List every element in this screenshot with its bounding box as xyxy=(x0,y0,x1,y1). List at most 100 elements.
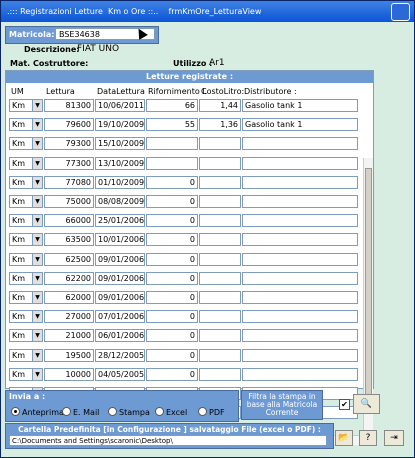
chevron-down-icon[interactable]: ▼ xyxy=(32,138,42,150)
rifornimento-cell[interactable]: 0 xyxy=(146,310,198,324)
rifornimento-cell[interactable]: 66 xyxy=(146,99,198,112)
data-cell[interactable]: 08/08/2009 xyxy=(95,195,145,208)
data-cell[interactable]: 19/10/2009 xyxy=(95,118,145,132)
chevron-down-icon[interactable]: ▼ xyxy=(32,311,42,323)
data-cell[interactable]: 09/01/2006 xyxy=(95,252,145,266)
rifornimento-cell[interactable]: 0 xyxy=(146,291,198,304)
lettura-cell[interactable]: 75000 xyxy=(44,195,94,208)
costo-cell[interactable] xyxy=(199,271,241,285)
data-cell[interactable]: 15/10/2009 xyxy=(95,137,145,151)
data-cell[interactable]: 01/10/2009 xyxy=(95,175,145,189)
rifornimento-cell[interactable]: 0 xyxy=(146,214,198,228)
um-select[interactable]: Km ▼ xyxy=(9,367,43,381)
rifornimento-cell[interactable]: 0 xyxy=(146,175,198,189)
distributore-cell[interactable] xyxy=(242,329,358,343)
distributore-cell[interactable] xyxy=(242,271,358,285)
um-select[interactable]: Km ▼ xyxy=(9,329,43,343)
distributore-cell[interactable]: Gasolio tank 1 xyxy=(242,118,358,132)
chevron-down-icon[interactable]: ▼ xyxy=(32,253,42,265)
chevron-down-icon[interactable]: ▼ xyxy=(32,349,42,361)
lettura-cell[interactable]: 10000 xyxy=(44,367,94,381)
chevron-down-icon[interactable]: ▼ xyxy=(32,330,42,342)
costo-cell[interactable] xyxy=(199,252,241,266)
distributore-cell[interactable] xyxy=(242,252,358,266)
chevron-down-icon[interactable]: ▼ xyxy=(32,234,42,246)
lettura-cell[interactable]: 21000 xyxy=(44,329,94,343)
radio-pdf[interactable]: PDF xyxy=(198,407,225,417)
chevron-down-icon[interactable]: ▼ xyxy=(32,176,42,188)
rifornimento-cell[interactable]: 0 xyxy=(146,329,198,343)
rifornimento-cell[interactable]: 0 xyxy=(146,348,198,362)
data-cell[interactable]: 28/12/2005 xyxy=(95,348,145,362)
lettura-cell[interactable]: 79600 xyxy=(44,118,94,132)
distributore-cell[interactable] xyxy=(242,156,358,170)
rifornimento-cell[interactable]: 0 xyxy=(146,195,198,208)
lettura-cell[interactable]: 66000 xyxy=(44,214,94,228)
distributore-cell[interactable]: Gasolio tank 1 xyxy=(242,99,358,112)
data-cell[interactable]: 06/01/2006 xyxy=(95,329,145,343)
costo-cell[interactable] xyxy=(199,195,241,208)
distributore-cell[interactable] xyxy=(242,214,358,228)
open-folder-button[interactable]: 📂 xyxy=(335,430,353,446)
distributore-cell[interactable] xyxy=(242,137,358,151)
um-select[interactable]: Km ▼ xyxy=(9,291,43,304)
close-button[interactable] xyxy=(391,3,410,21)
distributore-cell[interactable] xyxy=(242,175,358,189)
print-preview-button[interactable]: 🔍 xyxy=(353,394,380,414)
chevron-down-icon[interactable]: ▼ xyxy=(32,119,42,131)
rifornimento-cell[interactable]: 0 xyxy=(146,233,198,247)
lettura-cell[interactable]: 62500 xyxy=(44,252,94,266)
costo-cell[interactable] xyxy=(199,175,241,189)
data-cell[interactable]: 09/01/2006 xyxy=(95,291,145,304)
lettura-cell[interactable]: 62000 xyxy=(44,291,94,304)
costo-cell[interactable] xyxy=(199,329,241,343)
um-select[interactable]: Km ▼ xyxy=(9,118,43,132)
um-select[interactable]: Km ▼ xyxy=(9,214,43,228)
um-select[interactable]: Km ▼ xyxy=(9,252,43,266)
lettura-cell[interactable]: 77080 xyxy=(44,175,94,189)
lettura-cell[interactable]: 63500 xyxy=(44,233,94,247)
data-cell[interactable]: 13/10/2009 xyxy=(95,156,145,170)
distributore-cell[interactable] xyxy=(242,195,358,208)
um-select[interactable]: Km ▼ xyxy=(9,310,43,324)
chevron-down-icon[interactable]: ▼ xyxy=(32,272,42,284)
um-select[interactable]: Km ▼ xyxy=(9,175,43,189)
costo-cell[interactable]: 1,44 xyxy=(199,99,241,112)
data-cell[interactable]: 25/01/2006 xyxy=(95,214,145,228)
lettura-cell[interactable]: 19500 xyxy=(44,348,94,362)
radio-excel[interactable]: Excel xyxy=(155,407,187,417)
distributore-cell[interactable] xyxy=(242,348,358,362)
distributore-cell[interactable] xyxy=(242,310,358,324)
um-select[interactable]: Km ▼ xyxy=(9,99,43,112)
um-select[interactable]: Km ▼ xyxy=(9,271,43,285)
radio-email[interactable]: E. Mail xyxy=(62,407,99,417)
data-cell[interactable]: 09/01/2006 xyxy=(95,271,145,285)
lettura-cell[interactable]: 81300 xyxy=(44,99,94,112)
um-select[interactable]: Km ▼ xyxy=(9,233,43,247)
radio-anteprima[interactable]: Anteprima xyxy=(11,407,64,417)
lettura-cell[interactable]: 27000 xyxy=(44,310,94,324)
lettura-cell[interactable]: 62200 xyxy=(44,271,94,285)
chevron-down-icon[interactable]: ▼ xyxy=(32,157,42,169)
um-select[interactable]: Km ▼ xyxy=(9,348,43,362)
costo-cell[interactable] xyxy=(199,291,241,304)
chevron-down-icon[interactable]: ▼ xyxy=(32,196,42,207)
help-button[interactable]: ? xyxy=(359,430,377,446)
chevron-down-icon[interactable]: ▼ xyxy=(32,100,42,111)
costo-cell[interactable] xyxy=(199,233,241,247)
distributore-cell[interactable] xyxy=(242,291,358,304)
cartella-path-field[interactable]: C:\Documents and Settings\scaronic\Deskt… xyxy=(9,435,327,446)
radio-stampa[interactable]: Stampa xyxy=(108,407,150,417)
filtra-checkbox[interactable]: ✔ xyxy=(339,399,350,410)
um-select[interactable]: Km ▼ xyxy=(9,195,43,208)
costo-cell[interactable] xyxy=(199,310,241,324)
costo-cell[interactable] xyxy=(199,156,241,170)
um-select[interactable]: Km ▼ xyxy=(9,137,43,151)
costo-cell[interactable] xyxy=(199,137,241,151)
um-select[interactable]: Km ▼ xyxy=(9,156,43,170)
lettura-cell[interactable]: 77300 xyxy=(44,156,94,170)
costo-cell[interactable] xyxy=(199,367,241,381)
rifornimento-cell[interactable] xyxy=(146,156,198,170)
rifornimento-cell[interactable]: 0 xyxy=(146,252,198,266)
lettura-cell[interactable]: 79300 xyxy=(44,137,94,151)
